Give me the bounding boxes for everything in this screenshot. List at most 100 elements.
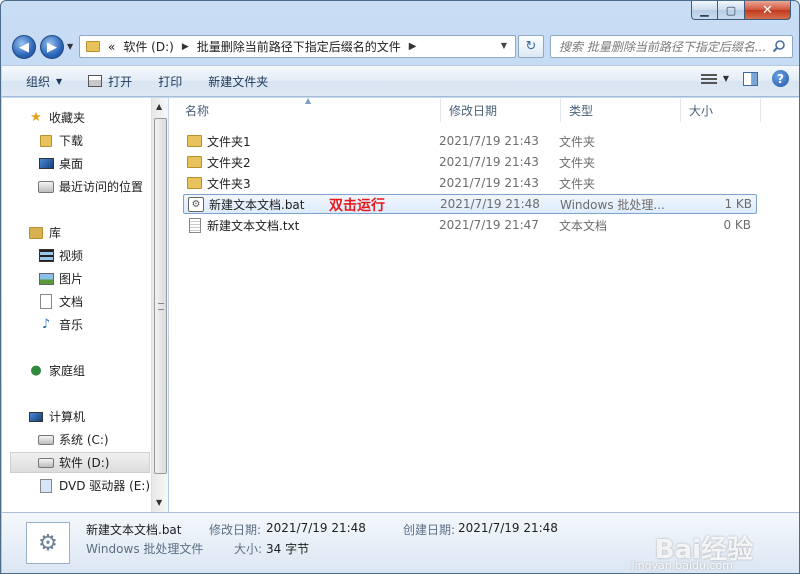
nav-label: 库	[49, 226, 62, 240]
watermark-url: jingyan.baidu.com	[631, 559, 733, 572]
nav-favorites[interactable]: ★ 收藏夹	[28, 107, 151, 128]
text-file-icon	[189, 217, 201, 233]
breadcrumb-separator-icon[interactable]: ▶	[182, 42, 189, 52]
breadcrumb-drive-d[interactable]: 软件 (D:)	[123, 38, 173, 55]
navigation-scrollbar[interactable]: ▲ ▼	[151, 98, 168, 512]
desktop-icon	[38, 156, 54, 172]
batch-file-icon: ⚙	[188, 196, 204, 212]
nav-videos[interactable]: 视频	[38, 245, 151, 266]
open-button[interactable]: 打开	[80, 69, 140, 93]
nav-label: 音乐	[59, 318, 84, 332]
file-row[interactable]: 文件夹3 2021/7/19 21:43 文件夹	[183, 173, 757, 193]
file-row[interactable]: 文件夹2 2021/7/19 21:43 文件夹	[183, 152, 757, 172]
nav-libraries[interactable]: 库	[28, 222, 151, 243]
organize-label: 组织	[26, 74, 51, 89]
scroll-down-icon[interactable]: ▼	[156, 498, 162, 507]
file-type: 文件夹	[559, 176, 596, 191]
star-icon: ★	[30, 110, 42, 125]
organize-menu[interactable]: 组织 ▼	[18, 69, 70, 93]
recent-pages-dropdown[interactable]: ▼	[67, 42, 73, 51]
column-header-size[interactable]: 大小	[681, 98, 761, 122]
file-date: 2021/7/19 21:48	[440, 197, 540, 211]
column-headers: ▲ 名称 修改日期 类型 大小	[169, 96, 799, 122]
batch-file-icon: ⚙	[26, 522, 70, 564]
search-icon[interactable]	[772, 39, 786, 53]
maximize-button[interactable]: ▢	[718, 1, 745, 20]
command-bar: 组织 ▼ 打开 打印 新建文件夹 ▼ ?	[2, 65, 799, 97]
nav-label: 桌面	[59, 157, 84, 171]
close-button[interactable]: ✕	[745, 1, 791, 20]
change-view-icon[interactable]	[700, 72, 717, 86]
details-size-value: 34 字节	[266, 542, 310, 556]
file-row-selected[interactable]: ⚙ 新建文本文档.bat 2021/7/19 21:48 Windows 批处理.…	[183, 194, 757, 214]
nav-computer[interactable]: 计算机	[28, 406, 151, 427]
preview-pane-icon[interactable]	[743, 71, 758, 86]
nav-downloads[interactable]: 下载	[38, 130, 151, 151]
caption-buttons: ▁ ▢ ✕	[691, 1, 791, 21]
file-name: 文件夹3	[207, 176, 251, 191]
column-header-name[interactable]: ▲ 名称	[169, 96, 441, 122]
column-label: 大小	[689, 103, 714, 118]
help-icon[interactable]: ?	[772, 70, 789, 87]
nav-label: 下载	[59, 134, 84, 148]
file-date: 2021/7/19 21:47	[439, 218, 539, 232]
nav-drive-c[interactable]: 系统 (C:)	[38, 429, 151, 450]
forward-button[interactable]: ▶	[40, 35, 64, 59]
new-folder-button[interactable]: 新建文件夹	[200, 69, 276, 93]
nav-desktop[interactable]: 桌面	[38, 153, 151, 174]
scroll-up-icon[interactable]: ▲	[156, 102, 162, 111]
nav-recent-places[interactable]: 最近访问的位置	[38, 176, 151, 197]
nav-pictures[interactable]: 图片	[38, 268, 151, 289]
videos-icon	[38, 248, 54, 264]
column-label: 修改日期	[449, 103, 498, 118]
pictures-icon	[38, 271, 54, 287]
file-row[interactable]: 新建文本文档.txt 2021/7/19 21:47 文本文档 0 KB	[183, 215, 757, 235]
nav-drive-e[interactable]: DVD 驱动器 (E:)	[38, 475, 151, 496]
explorer-window: ▁ ▢ ✕ ◀ ▶ ▼ « 软件 (D:) ▶ 批量删除当前路径下指定后缀名的文…	[0, 0, 800, 574]
nav-label: 最近访问的位置	[59, 180, 144, 194]
column-header-type[interactable]: 类型	[561, 98, 681, 122]
file-name: 文件夹2	[207, 155, 251, 170]
scroll-thumb[interactable]	[154, 118, 167, 474]
refresh-button[interactable]: ↻	[518, 35, 544, 58]
search-input[interactable]	[551, 36, 766, 57]
drive-icon	[38, 455, 54, 471]
file-size: 0 KB	[723, 218, 751, 232]
search-box[interactable]	[550, 35, 793, 58]
file-row[interactable]: 文件夹1 2021/7/19 21:43 文件夹	[183, 131, 757, 151]
open-icon	[88, 75, 103, 87]
details-modified-label: 修改日期:	[209, 523, 262, 537]
music-note-icon: ♪	[41, 317, 51, 332]
downloads-folder-icon	[38, 133, 54, 149]
breadcrumb-current-folder[interactable]: 批量删除当前路径下指定后缀名的文件	[197, 38, 401, 55]
file-date: 2021/7/19 21:43	[439, 155, 539, 169]
folder-icon	[187, 135, 202, 147]
nav-homegroup[interactable]: ● 家庭组	[28, 360, 151, 381]
system-drive-icon	[38, 432, 54, 448]
dvd-drive-icon	[38, 478, 54, 494]
file-name: 新建文本文档.txt	[207, 218, 300, 233]
file-type: Windows 批处理...	[560, 197, 665, 212]
new-folder-label: 新建文件夹	[208, 74, 269, 89]
view-dropdown-icon[interactable]: ▼	[723, 74, 729, 83]
column-header-date[interactable]: 修改日期	[441, 98, 561, 122]
address-dropdown-icon[interactable]: ▼	[501, 41, 507, 50]
breadcrumb-separator-icon[interactable]: ▶	[409, 41, 417, 52]
details-file-type: Windows 批处理文件	[86, 542, 204, 556]
nav-label: DVD 驱动器 (E:)	[59, 479, 151, 493]
breadcrumb-overflow[interactable]: «	[108, 40, 115, 54]
nav-documents[interactable]: 文档	[38, 291, 151, 312]
minimize-button[interactable]: ▁	[691, 1, 718, 20]
address-bar[interactable]: « 软件 (D:) ▶ 批量删除当前路径下指定后缀名的文件 ▶ ▼	[79, 35, 516, 58]
nav-label: 文档	[59, 295, 84, 309]
nav-music[interactable]: ♪ 音乐	[38, 314, 151, 335]
back-button[interactable]: ◀	[12, 35, 36, 59]
details-created-value: 2021/7/19 21:48	[458, 521, 558, 535]
print-button[interactable]: 打印	[150, 69, 190, 93]
folder-icon	[187, 156, 202, 168]
dropdown-icon: ▼	[56, 76, 63, 86]
folder-icon	[187, 177, 202, 189]
file-type: 文件夹	[559, 134, 596, 149]
open-label: 打开	[108, 74, 133, 89]
nav-drive-d[interactable]: 软件 (D:)	[10, 452, 150, 473]
